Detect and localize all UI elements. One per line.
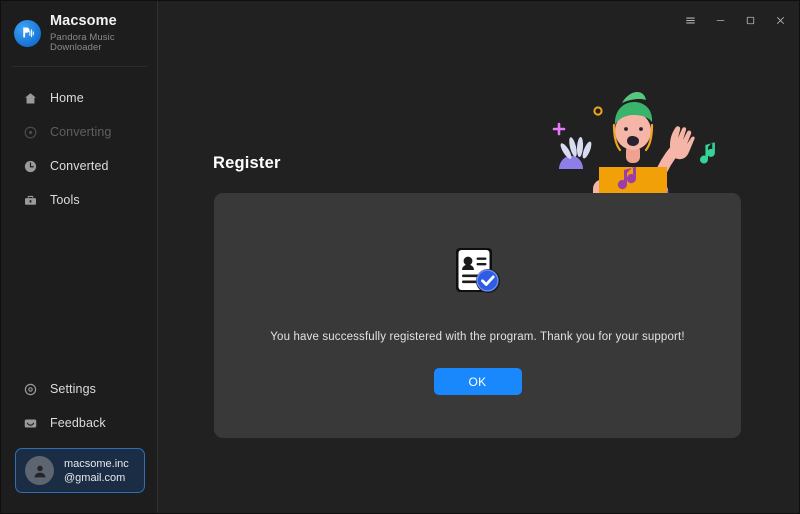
minimize-icon[interactable] <box>705 6 735 34</box>
sidebar-item-label-settings: Settings <box>50 382 96 396</box>
app-window: Macsome Pandora Music Downloader Home Co… <box>0 0 800 514</box>
app-title: Macsome <box>50 12 117 29</box>
maximize-icon[interactable] <box>735 6 765 34</box>
head <box>615 112 651 150</box>
register-success-message: You have successfully registered with th… <box>270 331 685 343</box>
sidebar-item-label-converted: Converted <box>50 159 109 173</box>
sidebar-item-label-converting: Converting <box>50 125 112 139</box>
sidebar-bottom-nav: Settings Feedback macsome.inc @gmail.com <box>1 372 157 507</box>
sidebar-item-feedback[interactable]: Feedback <box>1 406 157 440</box>
page-title: Register <box>213 154 281 173</box>
sidebar-item-label-tools: Tools <box>50 193 80 207</box>
sidebar-item-settings[interactable]: Settings <box>1 372 157 406</box>
register-card-content: You have successfully registered with th… <box>214 243 741 395</box>
toolbox-icon <box>22 192 38 208</box>
logo-glyph <box>23 26 34 37</box>
plant-decoration <box>559 137 592 169</box>
sidebar-item-converting[interactable]: Converting <box>1 115 157 149</box>
account-card[interactable]: macsome.inc @gmail.com <box>15 448 145 493</box>
sidebar-nav: Home Converting Converted Tools <box>1 81 157 217</box>
account-email-line1: macsome.inc <box>64 457 129 470</box>
registered-certificate-icon <box>449 243 507 301</box>
person-with-laptop-illustration <box>533 89 743 199</box>
ring-decoration <box>593 106 603 116</box>
brand-text: Macsome Pandora Music Downloader <box>50 14 157 53</box>
hamburger-menu-icon[interactable] <box>675 6 705 34</box>
brand-header: Macsome Pandora Music Downloader <box>1 1 157 52</box>
account-email-line2: @gmail.com <box>64 471 126 484</box>
register-card: You have successfully registered with th… <box>214 193 741 438</box>
music-note-decoration <box>700 142 715 164</box>
sidebar-item-label-home: Home <box>50 91 84 105</box>
plus-decoration <box>552 122 566 136</box>
home-icon <box>22 90 38 106</box>
account-email: macsome.inc @gmail.com <box>64 457 129 485</box>
sidebar-item-home[interactable]: Home <box>1 81 157 115</box>
ok-button[interactable]: OK <box>433 368 522 395</box>
converting-icon <box>22 124 38 140</box>
clock-icon <box>22 158 38 174</box>
sidebar: Macsome Pandora Music Downloader Home Co… <box>1 1 158 513</box>
gear-icon <box>22 381 38 397</box>
macsome-logo-icon <box>14 19 41 47</box>
sidebar-divider <box>11 66 147 67</box>
app-subtitle: Pandora Music Downloader <box>50 32 115 53</box>
user-avatar-icon <box>25 456 54 485</box>
close-icon[interactable] <box>765 6 795 34</box>
sidebar-item-converted[interactable]: Converted <box>1 149 157 183</box>
sidebar-item-tools[interactable]: Tools <box>1 183 157 217</box>
message-icon <box>22 415 38 431</box>
hair <box>614 102 653 125</box>
main-content: Register You have successfully registere… <box>158 1 799 513</box>
sidebar-item-label-feedback: Feedback <box>50 416 106 430</box>
window-titlebar <box>675 1 799 39</box>
waving-hand <box>670 126 695 160</box>
